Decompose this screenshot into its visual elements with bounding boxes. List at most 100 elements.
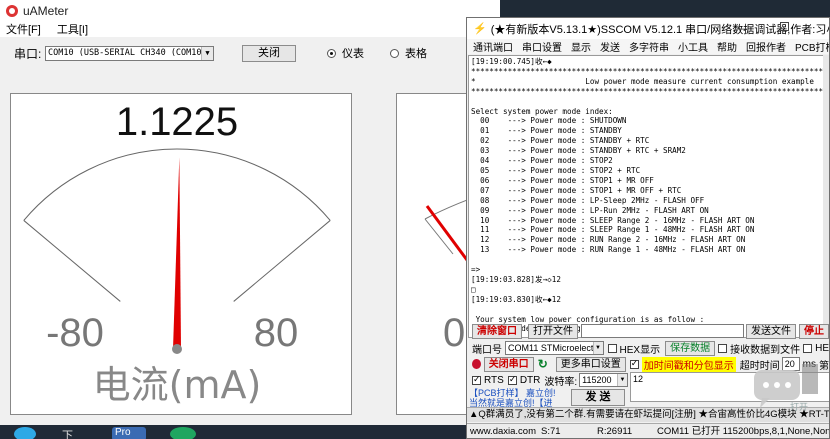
baud-label: 波特率:: [544, 376, 578, 388]
recv-to-file-checkbox[interactable]: 接收数据到文件: [718, 341, 800, 356]
checkbox-unchecked-icon: [607, 343, 617, 353]
checkbox-checked-icon: [507, 374, 517, 385]
port-num-value: COM11 STMicroelectronics S: [508, 343, 603, 353]
taskbar-browser-icon[interactable]: [14, 427, 36, 439]
port-select-value: COM10 (USB-SERIAL CH340 (COM10)): [48, 47, 212, 58]
current-gauge: 1.1225 -80 80 电流(mA): [10, 93, 352, 415]
open-file-button[interactable]: 打开文件: [528, 323, 578, 339]
checkbox-checked-icon: [472, 374, 481, 385]
promo-line-1: 【PCB打样】 嘉立创!: [469, 388, 556, 398]
menu-multi-string[interactable]: 多字符串: [629, 39, 669, 54]
refresh-icon[interactable]: ↻: [538, 357, 548, 371]
chevron-down-icon: ▼: [592, 342, 603, 354]
radio-selected-icon: [327, 48, 336, 58]
menu-comm-port[interactable]: 通讯端口: [473, 39, 513, 54]
status-bar: www.daxia.com S:71 R:26911 COM11 已打开 115…: [467, 423, 829, 438]
sscom-menubar: 通讯端口 串口设置 显示 发送 多字符串 小工具 帮助 回报作者 PCB打样: [467, 39, 829, 54]
status-port-state: COM11 已打开 115200bps,8,1,None,Non: [657, 426, 829, 437]
gauge-needle: [173, 157, 181, 350]
gauge-min-label: -80: [46, 311, 104, 355]
uameter-controls: 串口: COM10 (USB-SERIAL CH340 (COM10)) ▼ 关…: [0, 42, 500, 64]
menu-tools[interactable]: 工具[I]: [57, 21, 88, 37]
serial-status-icon: [472, 359, 481, 369]
chevron-down-icon: ▼: [201, 46, 213, 60]
send-file-button[interactable]: 发送文件: [746, 323, 796, 339]
uameter-menubar: 文件[F] 工具[I]: [0, 21, 500, 37]
terminal-scrollbar[interactable]: [823, 55, 829, 338]
gauge-reading: 1.1225: [116, 100, 238, 144]
uameter-window: uAMeter 文件[F] 工具[I] 串口: COM10 (USB-SERIA…: [0, 0, 500, 425]
port-num-label: 端口号: [472, 344, 502, 356]
minimize-icon[interactable]: —: [735, 21, 749, 35]
chat-bubble-icon: 打开: [754, 364, 818, 413]
taskbar-item-1[interactable]: 下: [62, 427, 73, 439]
taskbar: 下 Pro: [0, 425, 466, 439]
stop-button[interactable]: 停止: [799, 323, 829, 339]
chat-overlay[interactable]: 打开: [752, 364, 818, 413]
status-website[interactable]: www.daxia.com: [470, 424, 536, 438]
menu-tools[interactable]: 小工具: [678, 39, 708, 54]
menu-pcb[interactable]: PCB打样: [795, 39, 829, 54]
port-label: 串口:: [14, 46, 42, 61]
checkbox-unchecked-icon: [803, 343, 813, 353]
port-row: 端口号 COM11 STMicroelectronics S ▼ HEX显示 保…: [468, 340, 829, 356]
line-control-row: RTS DTR 波特率: 115200 ▼: [468, 372, 628, 388]
port-num-select[interactable]: COM11 STMicroelectronics S ▼: [505, 341, 604, 355]
close-port-button[interactable]: 关闭: [242, 44, 296, 62]
file-buttons-row: 清除窗口 打开文件 发送文件 停止: [468, 323, 829, 339]
taskbar-item-2[interactable]: Pro: [112, 427, 146, 439]
radio-gauge-mode[interactable]: 仪表: [327, 45, 364, 61]
rts-checkbox[interactable]: RTS: [472, 374, 504, 386]
uameter-app-icon: [6, 4, 18, 17]
menu-report-author[interactable]: 回报作者: [746, 39, 786, 54]
file-path-input[interactable]: [581, 324, 744, 338]
clear-window-button[interactable]: 清除窗口: [472, 323, 522, 339]
gauge-unit-label: 电流(mA): [93, 363, 262, 407]
menu-send[interactable]: 发送: [600, 39, 620, 54]
port-select[interactable]: COM10 (USB-SERIAL CH340 (COM10)) ▼: [45, 45, 214, 61]
hex-send-checkbox[interactable]: HE: [803, 343, 829, 354]
radio-unselected-icon: [390, 48, 399, 58]
close-serial-button[interactable]: 关闭串口: [483, 356, 534, 372]
chat-overlay-label: 打开: [790, 401, 808, 412]
status-recv-count: R:26911: [597, 426, 633, 437]
status-sent-count: S:71: [541, 426, 561, 437]
receive-terminal[interactable]: [19:19:00.745]收←◆ **********************…: [468, 55, 829, 338]
recv-to-file-label: 接收数据到文件: [730, 344, 801, 356]
nth-label: 第: [819, 360, 829, 372]
checkbox-unchecked-icon: [718, 343, 728, 353]
timestamp-checkbox[interactable]: 加时间戳和分包显示: [629, 356, 736, 372]
dtr-checkbox[interactable]: DTR: [507, 374, 541, 386]
checkbox-checked-icon: [629, 358, 639, 369]
taskbar-check-icon[interactable]: [170, 427, 196, 439]
dtr-label: DTR: [519, 374, 541, 386]
maximize-icon[interactable]: [780, 22, 789, 31]
radio-gauge-label: 仪表: [342, 48, 364, 60]
sscom-titlebar: ⚡ (★有新版本V5.13.1★)SSCOM V5.12.1 串口/网络数据调试…: [467, 18, 829, 39]
menu-help[interactable]: 帮助: [717, 39, 737, 54]
menu-file[interactable]: 文件[F]: [6, 21, 41, 37]
lightning-icon: ⚡: [473, 23, 487, 35]
gauge-pivot: [172, 344, 182, 354]
chevron-down-icon: ▼: [617, 374, 627, 386]
rts-label: RTS: [484, 374, 504, 386]
radio-table-label: 表格: [405, 48, 427, 60]
uameter-title: uAMeter: [23, 3, 69, 18]
menu-serial-settings[interactable]: 串口设置: [522, 39, 562, 54]
save-data-button[interactable]: 保存数据: [665, 340, 716, 356]
more-serial-settings-button[interactable]: 更多串口设置: [555, 356, 626, 372]
uameter-titlebar: uAMeter: [0, 0, 500, 21]
gauge-scale-edge-left: [23, 220, 121, 302]
timestamp-label: 加时间戳和分包显示: [641, 356, 736, 372]
gauge2-partial-label: 0: [443, 311, 465, 355]
gauge-scale-edge-right: [233, 220, 331, 302]
hex-display-checkbox[interactable]: HEX显示: [607, 341, 661, 356]
baud-select[interactable]: 115200 ▼: [579, 373, 628, 387]
hex-send-label: HE: [815, 342, 829, 354]
menu-display[interactable]: 显示: [571, 39, 591, 54]
hex-display-label: HEX显示: [619, 344, 661, 356]
send-button[interactable]: 发 送: [571, 389, 625, 406]
gauge-max-label: 80: [254, 311, 299, 355]
radio-table-mode[interactable]: 表格: [390, 45, 427, 61]
baud-value: 115200: [582, 375, 612, 385]
